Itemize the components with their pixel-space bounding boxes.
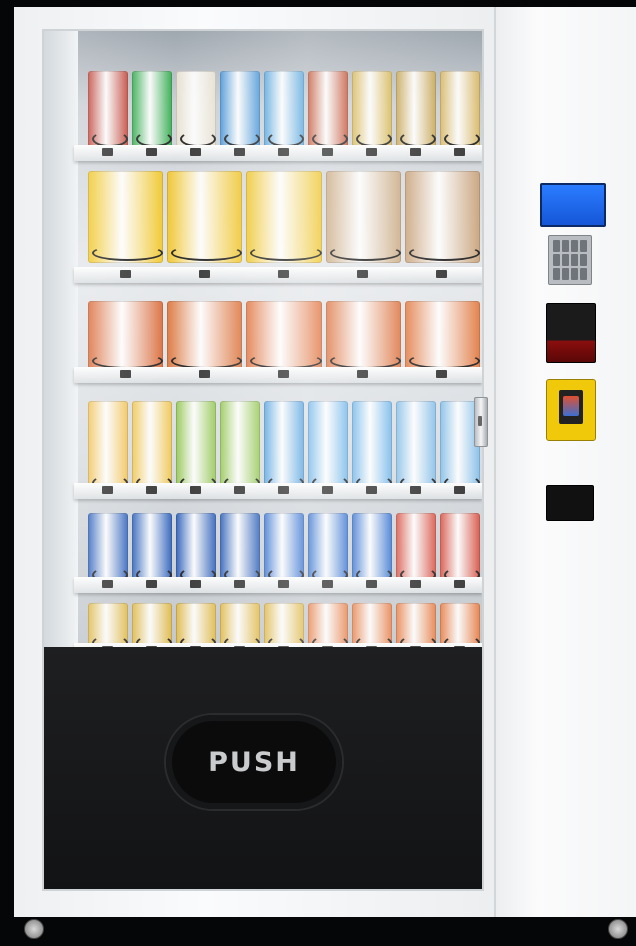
- keypad-key[interactable]: [553, 240, 560, 252]
- spiral-coil: [171, 245, 243, 261]
- slot-number-label: [366, 486, 377, 494]
- slot-number-label: [322, 486, 333, 494]
- slot-number-label: [278, 580, 289, 588]
- slot-number-label: [190, 580, 201, 588]
- glass-front: PUSH: [42, 29, 484, 891]
- slot-number-label: [278, 270, 289, 278]
- slot-number-label: [102, 486, 113, 494]
- payment-screen: [559, 390, 583, 424]
- slot-number-label: [357, 370, 369, 378]
- keypad-key[interactable]: [562, 240, 569, 252]
- shelf-3: [74, 367, 482, 383]
- slot-number-label: [146, 148, 157, 156]
- dispense-bin: PUSH: [44, 647, 482, 889]
- slot-number-label: [146, 580, 157, 588]
- slot-number-label: [410, 580, 421, 588]
- slot-number-label: [410, 486, 421, 494]
- slot-number-label: [190, 486, 201, 494]
- keypad[interactable]: [548, 235, 592, 285]
- slot-number-label: [454, 486, 465, 494]
- slot-number-label: [278, 370, 289, 378]
- slot-number-label: [410, 148, 421, 156]
- keypad-key[interactable]: [562, 254, 569, 266]
- slot-number-label: [278, 486, 289, 494]
- slot-number-label: [366, 580, 377, 588]
- slot-number-label: [278, 148, 289, 156]
- slot-number-label: [357, 270, 369, 278]
- push-door[interactable]: PUSH: [166, 715, 342, 809]
- shelf-5: [74, 577, 482, 593]
- spiral-coil: [329, 245, 401, 261]
- slot-number-label: [190, 148, 201, 156]
- slot-number-label: [119, 370, 131, 378]
- push-label: PUSH: [208, 746, 300, 778]
- keypad-key[interactable]: [553, 254, 560, 266]
- slot-number-label: [146, 486, 157, 494]
- keypad-key[interactable]: [553, 268, 560, 280]
- slot-number-label: [119, 270, 131, 278]
- slot-number-label: [366, 148, 377, 156]
- slot-number-label: [454, 580, 465, 588]
- bill-acceptor[interactable]: [546, 303, 596, 363]
- shelf-1: [74, 145, 482, 161]
- control-panel: [496, 7, 636, 917]
- shelf-2: [74, 267, 482, 283]
- slot-number-label: [198, 370, 210, 378]
- spiral-coil: [92, 245, 164, 261]
- slot-number-label: [436, 270, 448, 278]
- shelf-4: [74, 483, 482, 499]
- vending-machine: PUSH: [14, 7, 636, 917]
- inner-side-rail: [44, 31, 78, 647]
- slot-number-label: [234, 486, 245, 494]
- keypad-key[interactable]: [571, 240, 578, 252]
- slot-number-label: [322, 148, 333, 156]
- slot-number-label: [234, 580, 245, 588]
- lcd-display: [540, 183, 606, 227]
- spiral-coil: [408, 245, 480, 261]
- keypad-key[interactable]: [562, 268, 569, 280]
- cabinet-door: PUSH: [14, 7, 496, 917]
- keypad-key[interactable]: [571, 254, 578, 266]
- slot-number-label: [234, 148, 245, 156]
- door-handle-lock[interactable]: [474, 397, 488, 447]
- card-reader[interactable]: [546, 485, 594, 521]
- slot-number-label: [454, 148, 465, 156]
- slot-number-label: [102, 148, 113, 156]
- keypad-key[interactable]: [580, 254, 587, 266]
- keypad-key[interactable]: [580, 240, 587, 252]
- slot-number-label: [322, 580, 333, 588]
- coin-payment-unit[interactable]: [546, 379, 596, 441]
- caster-wheel-right: [608, 919, 628, 939]
- keypad-key[interactable]: [580, 268, 587, 280]
- spiral-coil: [250, 245, 322, 261]
- caster-wheel-left: [24, 919, 44, 939]
- slot-number-label: [436, 370, 448, 378]
- slot-number-label: [102, 580, 113, 588]
- product-display-window: [44, 31, 482, 647]
- keypad-key[interactable]: [571, 268, 578, 280]
- slot-number-label: [198, 270, 210, 278]
